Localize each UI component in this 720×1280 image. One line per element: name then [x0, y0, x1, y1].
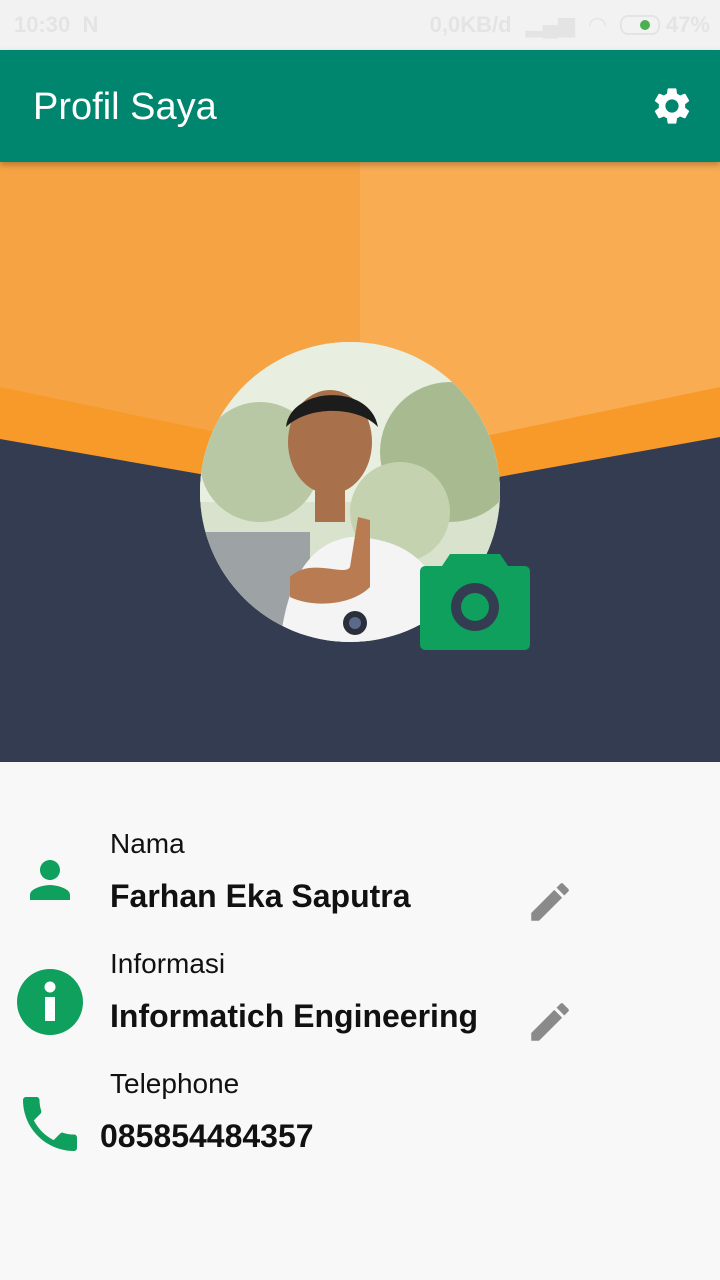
edit-info-icon[interactable] — [525, 997, 575, 1047]
nfc-icon: N — [76, 12, 99, 37]
profile-info-section: Nama Farhan Eka Saputra Informasi Inform… — [0, 762, 720, 1280]
status-bar: 10:30 N 0,0KB/d ▂▄▆ ◠ 47% — [0, 0, 720, 50]
battery-icon — [619, 15, 660, 35]
gear-icon[interactable] — [650, 84, 694, 128]
phone-icon — [23, 1097, 77, 1151]
app-bar: Profil Saya — [0, 50, 720, 162]
page-title: Profil Saya — [33, 86, 217, 128]
person-icon — [30, 860, 70, 900]
camera-icon[interactable] — [420, 552, 530, 652]
info-icon — [17, 969, 83, 1035]
wifi-icon: ◠ — [589, 12, 606, 37]
edit-name-icon[interactable] — [525, 877, 575, 927]
signal-icon: ▂▄▆ — [525, 12, 576, 37]
phone-value: 085854484357 — [100, 1118, 314, 1154]
network-speed: 0,0KB/d — [429, 12, 512, 37]
info-label: Informasi — [110, 948, 226, 979]
profile-header — [0, 162, 720, 762]
name-value: Farhan Eka Saputra — [110, 878, 411, 914]
phone-label: Telephone — [110, 1068, 240, 1099]
battery-indicator: 47% — [619, 12, 710, 38]
name-label: Nama — [110, 828, 185, 859]
status-time: 10:30 — [14, 12, 71, 37]
info-value: Informatich Engineering — [110, 998, 479, 1034]
battery-level: 47% — [665, 12, 710, 37]
